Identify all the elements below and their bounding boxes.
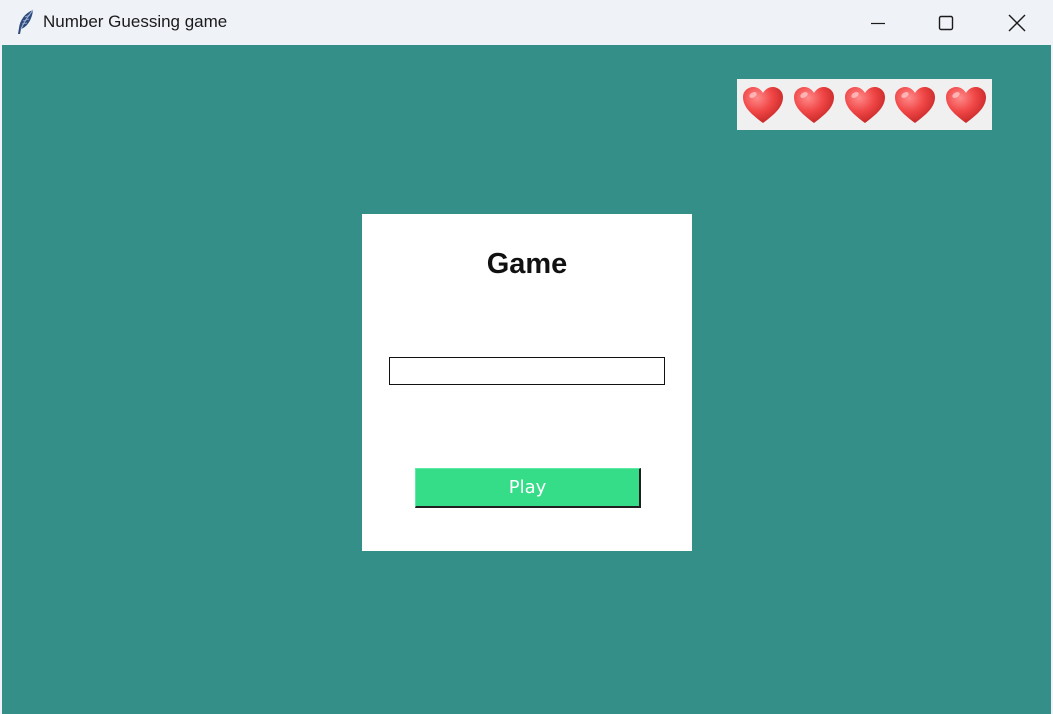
close-icon [1008,14,1026,31]
heart-icon [844,86,885,123]
maximize-icon [938,15,954,30]
heart-icon [946,86,986,123]
close-button[interactable] [982,0,1052,45]
minimize-button[interactable] [843,0,913,45]
lives-panel [737,79,992,130]
heart-icon [743,86,783,123]
window-title: Number Guessing game [43,12,228,31]
title-bar[interactable]: Number Guessing game [0,0,1053,45]
maximize-button[interactable] [911,0,981,45]
game-area: Game Play [2,45,1051,714]
feather-icon [18,9,34,34]
heart-icon [793,86,834,123]
play-button[interactable]: Play [415,468,641,508]
game-title: Game [486,248,568,280]
minimize-icon [871,22,885,24]
game-card: Game Play [362,214,692,551]
app-window: Number Guessing game Game Play [0,0,1053,714]
guess-input[interactable] [389,357,665,385]
heart-icon [895,86,936,123]
